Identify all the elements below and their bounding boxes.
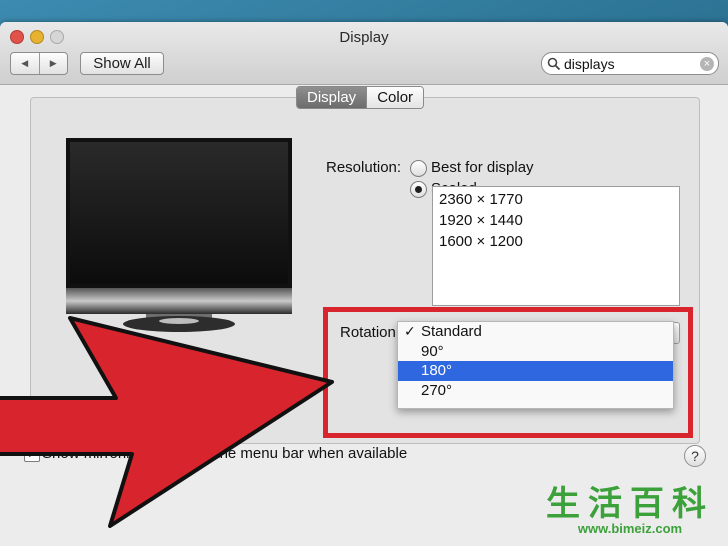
back-forward-buttons: ◀ ▶ (10, 52, 68, 75)
scaled-radio[interactable] (410, 181, 427, 198)
watermark: 生活百科 www.bimeiz.com (546, 476, 714, 536)
search-field[interactable]: displays × (541, 52, 719, 75)
list-item[interactable]: 2360 × 1770 (433, 189, 679, 210)
tab-bar: Display Color (296, 86, 425, 109)
best-for-display-label[interactable]: Best for display (431, 159, 534, 176)
list-item[interactable]: 1920 × 1440 (433, 210, 679, 231)
resolution-list[interactable]: 2360 × 1770 1920 × 1440 1600 × 1200 (432, 186, 680, 306)
arrow-annotation (0, 316, 334, 528)
highlight-annotation-box (323, 307, 693, 438)
tab-display[interactable]: Display (297, 87, 367, 108)
list-item[interactable]: 1600 × 1200 (433, 231, 679, 252)
resolution-label: Resolution: (326, 159, 402, 176)
titlebar: Display ◀ ▶ Show All displays × (0, 22, 728, 85)
watermark-logo: 生活百科 (546, 484, 714, 524)
window-title: Display (339, 29, 389, 46)
tab-color[interactable]: Color (366, 87, 424, 108)
search-input[interactable]: displays (564, 56, 700, 72)
forward-button[interactable]: ▶ (38, 53, 68, 74)
help-icon[interactable]: ? (684, 445, 706, 467)
search-icon (547, 57, 561, 70)
best-for-display-radio[interactable] (410, 160, 427, 177)
clear-icon[interactable]: × (700, 56, 714, 71)
back-button[interactable]: ◀ (11, 53, 39, 74)
show-all-button[interactable]: Show All (80, 52, 164, 75)
